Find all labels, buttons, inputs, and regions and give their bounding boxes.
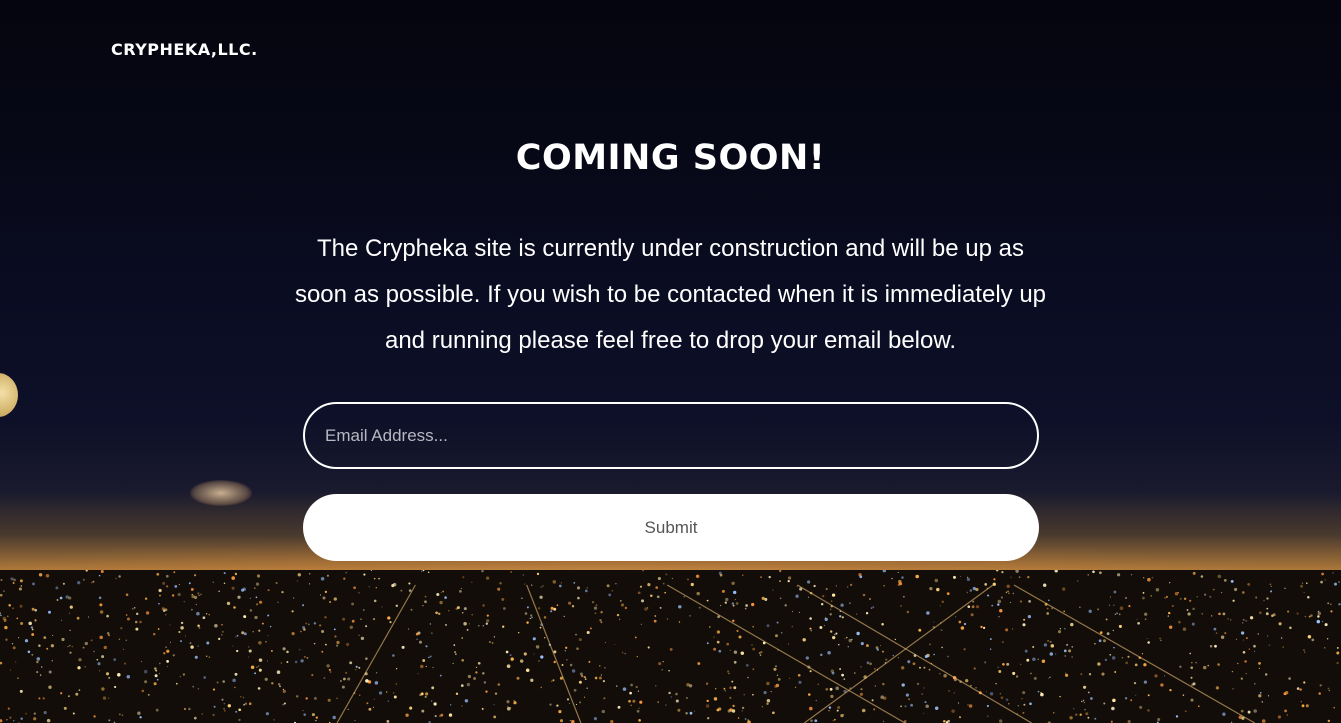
city-lights-image [0, 570, 1341, 723]
page-title: COMING SOON! [515, 138, 826, 178]
city-lights-graphic [0, 570, 1341, 723]
submit-button[interactable]: Submit [303, 494, 1039, 561]
site-logo[interactable]: CRYPHEKA,LLC. [111, 40, 258, 59]
landing-page: CRYPHEKA,LLC. COMING SOON! The Crypheka … [0, 0, 1341, 723]
cloud-image [190, 480, 252, 506]
moon-image [0, 373, 18, 417]
email-field[interactable] [303, 402, 1039, 469]
intro-text: The Crypheka site is currently under con… [294, 235, 1047, 354]
